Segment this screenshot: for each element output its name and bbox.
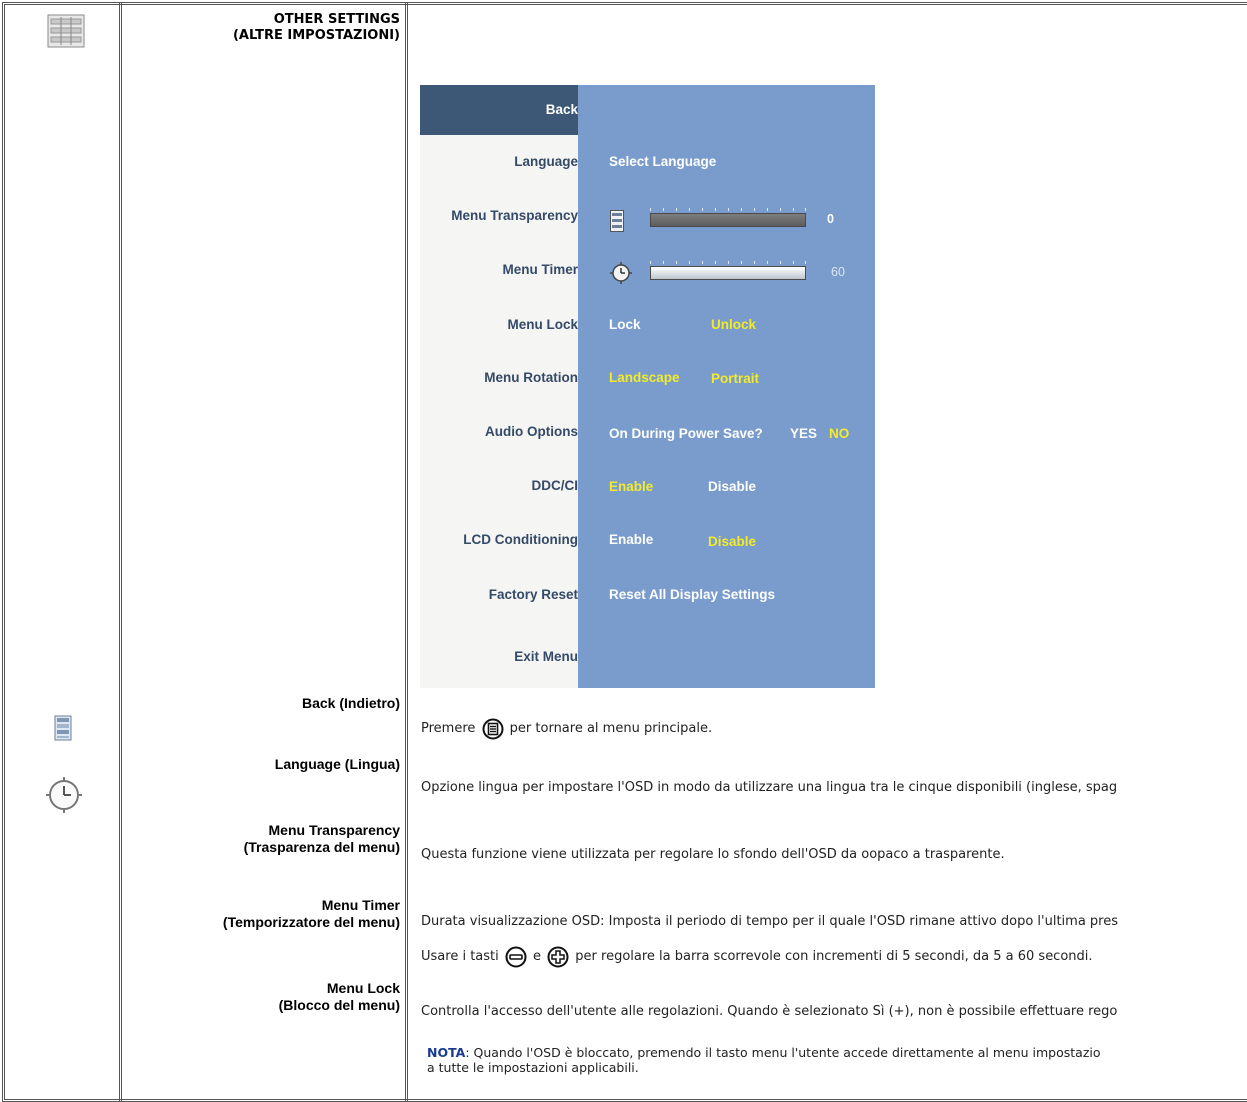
osd-lcd-disable: Disable xyxy=(708,534,757,549)
osd-item-exit-menu: Exit Menu xyxy=(514,649,578,664)
timer-label: Menu Timer (Temporizzatore del menu) xyxy=(150,897,400,931)
timer-label-it: (Temporizzatore del menu) xyxy=(222,914,400,930)
timer-buttons-description: Usare i tasti e per regolare la barra sc… xyxy=(421,944,1093,970)
osd-portrait-option: Portrait xyxy=(711,371,760,386)
minus-button-icon xyxy=(505,946,527,967)
transparency-label-it: (Trasparenza del menu) xyxy=(243,839,400,855)
section-title: OTHER SETTINGS (ALTRE IMPOSTAZIONI) xyxy=(180,12,400,44)
lock-label-en: Menu Lock xyxy=(326,980,400,996)
osd-timer-slider xyxy=(650,266,806,280)
lock-note: NOTA: Quando l'OSD è bloccato, premendo … xyxy=(427,1045,1101,1075)
osd-item-ddc-ci: DDC/CI xyxy=(531,478,579,493)
transparency-label: Menu Transparency (Trasparenza del menu) xyxy=(150,822,400,856)
osd-lcd-enable: Enable xyxy=(609,532,654,547)
timer-desc-start: Usare i tasti xyxy=(421,949,499,964)
osd-yes-option: YES xyxy=(790,426,818,441)
osd-landscape-option: Landscape xyxy=(609,370,680,385)
osd-item-factory-reset: Factory Reset xyxy=(488,587,578,602)
osd-timer-icon xyxy=(610,262,632,284)
osd-ddc-disable: Disable xyxy=(708,479,757,494)
back-label: Back (Indietro) xyxy=(301,695,400,711)
menu-timer-icon xyxy=(46,777,82,813)
osd-reset-all: Reset All Display Settings xyxy=(609,587,776,602)
osd-no-option: NO xyxy=(829,426,850,441)
osd-transparency-icon xyxy=(610,210,624,232)
timer-label-en: Menu Timer xyxy=(321,897,400,913)
osd-item-menu-transparency: Menu Transparency xyxy=(451,208,578,223)
osd-item-audio-options: Audio Options xyxy=(485,424,578,439)
osd-item-menu-lock: Menu Lock xyxy=(507,317,578,332)
osd-timer-ticks xyxy=(650,261,806,264)
osd-lock-option: Lock xyxy=(609,317,641,332)
back-desc-start: Premere xyxy=(421,721,476,736)
column-divider xyxy=(405,2,408,1102)
osd-transparency-slider xyxy=(650,213,806,227)
osd-transparency-ticks xyxy=(650,208,806,211)
language-label: Language (Lingua) xyxy=(274,756,400,772)
plus-button-icon xyxy=(547,946,569,967)
section-title-it: (ALTRE IMPOSTAZIONI) xyxy=(232,28,400,43)
transparency-label-en: Menu Transparency xyxy=(268,822,401,838)
timer-desc-end: per regolare la barra scorrevole con inc… xyxy=(575,949,1093,964)
section-title-en: OTHER SETTINGS xyxy=(273,12,400,27)
note-label: NOTA xyxy=(427,1045,466,1060)
osd-item-menu-timer: Menu Timer xyxy=(502,262,578,277)
language-description: Opzione lingua per impostare l'OSD in mo… xyxy=(421,780,1118,795)
timer-description: Durata visualizzazione OSD: Imposta il p… xyxy=(421,914,1118,929)
osd-ddc-enable: Enable xyxy=(609,479,654,494)
osd-item-language: Language xyxy=(514,154,578,169)
menu-transparency-icon xyxy=(54,715,72,741)
column-divider xyxy=(119,2,122,1102)
timer-desc-and: e xyxy=(533,949,542,964)
osd-power-save-question: On During Power Save? xyxy=(609,426,763,441)
osd-transparency-value: 0 xyxy=(827,212,834,226)
lock-label: Menu Lock (Blocco del menu) xyxy=(150,980,400,1014)
osd-timer-value: 60 xyxy=(831,265,845,279)
note-text-line2: a tutte le impostazioni applicabili. xyxy=(427,1060,639,1075)
osd-menu-screenshot: Back Language Menu Transparency Menu Tim… xyxy=(420,85,875,688)
menu-button-icon xyxy=(482,718,504,739)
note-text-line1: : Quando l'OSD è bloccato, premendo il t… xyxy=(465,1045,1101,1060)
osd-item-back: Back xyxy=(545,102,578,117)
osd-unlock-option: Unlock xyxy=(711,317,757,332)
back-description: Premere per tornare al menu principale. xyxy=(421,716,712,742)
osd-item-lcd-conditioning: LCD Conditioning xyxy=(463,532,578,547)
lock-label-it: (Blocco del menu) xyxy=(278,997,400,1013)
transparency-description: Questa funzione viene utilizzata per reg… xyxy=(421,847,1005,862)
other-settings-icon xyxy=(47,14,85,48)
osd-item-menu-rotation: Menu Rotation xyxy=(484,370,578,385)
osd-select-language: Select Language xyxy=(609,154,717,169)
lock-description: Controlla l'accesso dell'utente alle reg… xyxy=(421,1004,1118,1019)
back-desc-end: per tornare al menu principale. xyxy=(509,721,713,736)
